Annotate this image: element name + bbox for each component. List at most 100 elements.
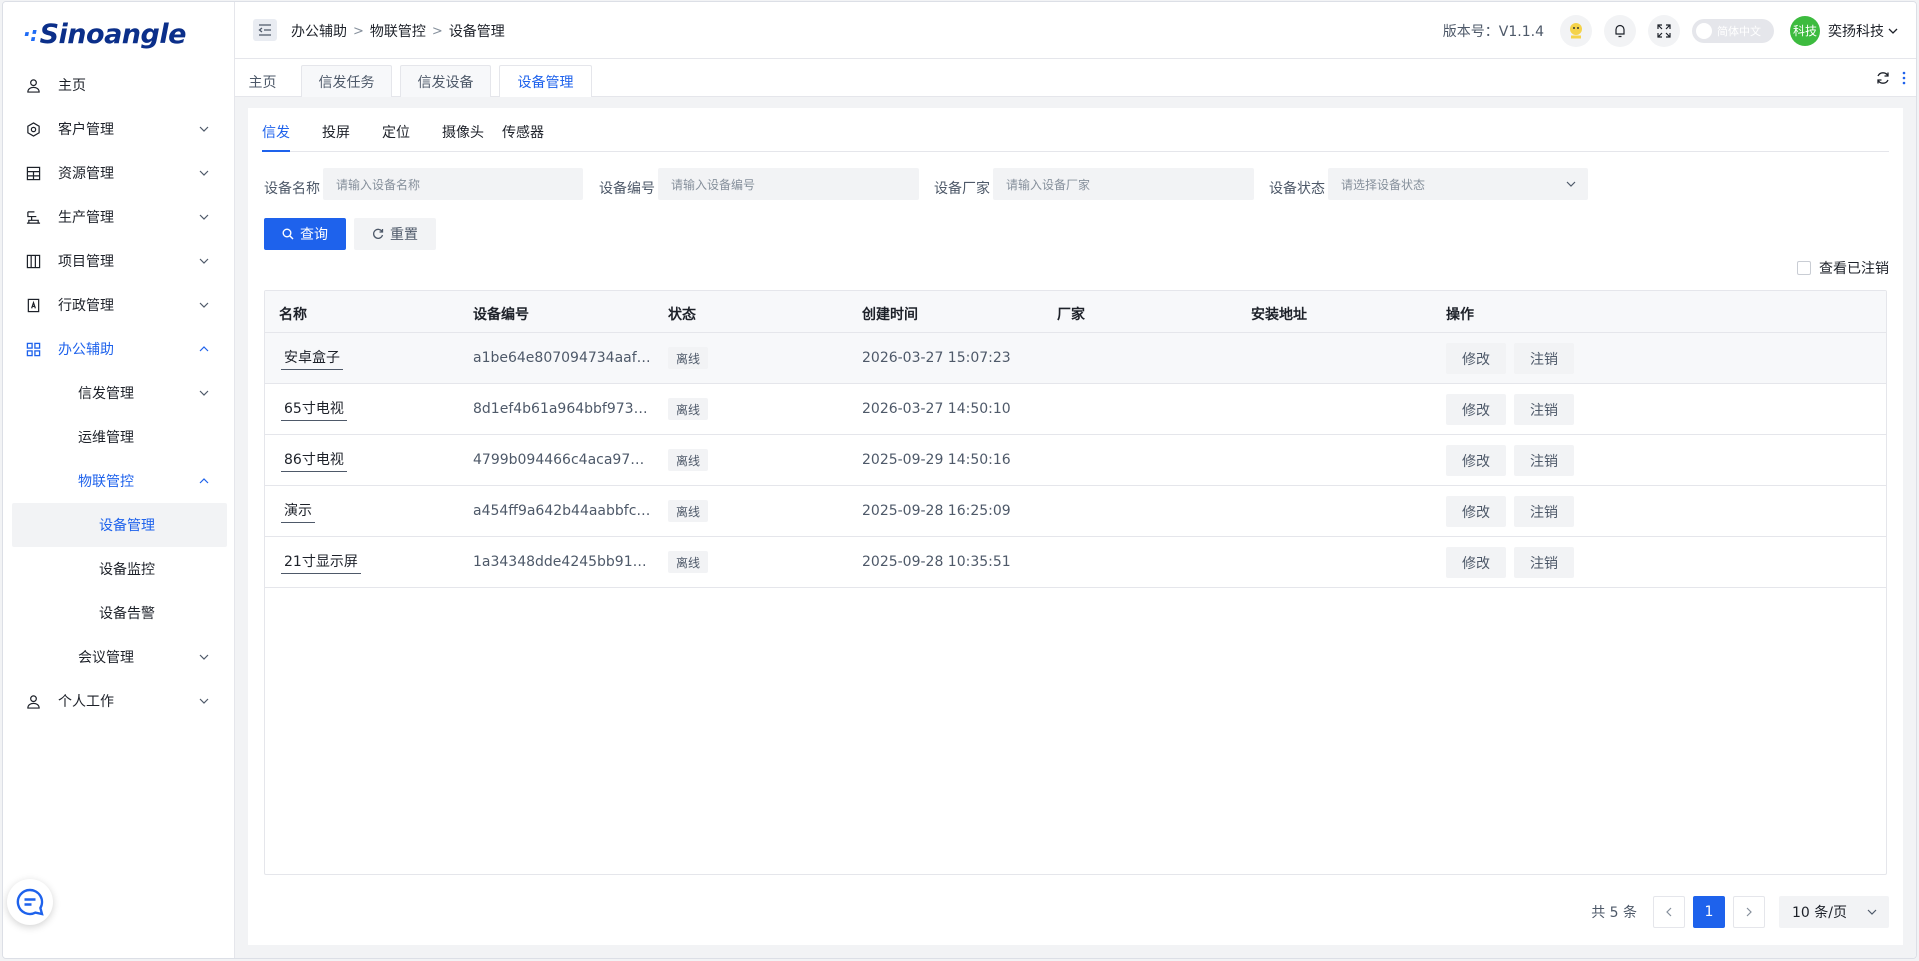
sidebar-item-device-monitor[interactable]: 设备监控 (3, 547, 235, 591)
tab-signage-device[interactable]: 信发设备 (400, 65, 491, 97)
device-name-link[interactable]: 演示 (281, 500, 315, 523)
brand-logo[interactable]: ·: Sinoangle (23, 14, 186, 54)
sidebar-item-iot[interactable]: 物联管控 (3, 459, 235, 503)
device-name-link[interactable]: 86寸电视 (281, 449, 347, 472)
device-status-select[interactable]: 请选择设备状态 (1328, 168, 1588, 200)
fullscreen-icon (1657, 23, 1671, 38)
edit-button[interactable]: 修改 (1446, 496, 1506, 527)
sidebar-item-label: 物联管控 (78, 474, 134, 490)
chevron-down-icon (199, 654, 209, 660)
user-icon (25, 693, 41, 709)
page-number-button[interactable]: 1 (1693, 896, 1725, 928)
avatar[interactable]: 科技 (1790, 15, 1820, 46)
status-badge: 离线 (668, 500, 709, 522)
sidebar-item-project[interactable]: 项目管理 (3, 239, 235, 283)
breadcrumb: 办公辅助 > 物联管控 > 设备管理 (291, 21, 505, 41)
settings-icon (25, 121, 41, 137)
device-name-link[interactable]: 65寸电视 (281, 398, 347, 421)
table-row[interactable]: 安卓盒子 a1be64e807094734aaf8e010… 离线 2026-0… (265, 333, 1886, 384)
sidebar-item-label: 设备告警 (99, 606, 155, 622)
mascot-icon (1570, 22, 1582, 38)
columns-icon (25, 253, 41, 269)
sidebar-item-ops[interactable]: 运维管理 (3, 415, 235, 459)
sidebar-item-label: 办公辅助 (58, 342, 114, 358)
table-row[interactable]: 65寸电视 8d1ef4b61a964bbf973987826… 离线 2026… (265, 384, 1886, 435)
breadcrumb-item[interactable]: 办公辅助 (291, 21, 347, 41)
sidebar-item-device-alarm[interactable]: 设备告警 (3, 591, 235, 635)
table-row[interactable]: 演示 a454ff9a642b44aabbfc3fdda… 离线 2025-09… (265, 486, 1886, 537)
table-row[interactable]: 21寸显示屏 1a34348dde4245bb91b8bd7… 离线 2025-… (265, 537, 1886, 588)
table-row[interactable]: 86寸电视 4799b094466c4aca9711f7de… 离线 2025-… (265, 435, 1886, 486)
sidebar-item-customer[interactable]: 客户管理 (3, 107, 235, 151)
breadcrumb-item[interactable]: 物联管控 (370, 21, 426, 41)
edit-button[interactable]: 修改 (1446, 445, 1506, 476)
user-name[interactable]: 奕扬科技 (1828, 21, 1884, 41)
device-name-link[interactable]: 21寸显示屏 (281, 551, 361, 574)
page-size-select[interactable]: 10 条/页 (1779, 896, 1889, 928)
tab-device-mgmt[interactable]: 设备管理 (499, 65, 592, 98)
menu-toggle-button[interactable] (253, 19, 277, 41)
chat-button[interactable] (7, 879, 53, 925)
status-badge: 离线 (668, 551, 709, 573)
device-vendor-input[interactable]: 请输入设备厂家 (993, 168, 1254, 200)
chevron-down-icon[interactable] (1888, 26, 1898, 36)
chevron-left-icon (1666, 907, 1672, 917)
device-name-link[interactable]: 安卓盒子 (281, 347, 343, 370)
fullscreen-button[interactable] (1648, 14, 1680, 47)
prev-page-button[interactable] (1653, 896, 1685, 928)
document-icon (25, 297, 41, 313)
edit-button[interactable]: 修改 (1446, 547, 1506, 578)
mascot-button[interactable] (1560, 14, 1592, 47)
logo-text: Sinoangle (39, 18, 187, 50)
more-vertical-icon[interactable] (1902, 71, 1906, 85)
sidebar-item-label: 信发管理 (78, 386, 134, 402)
sidebar-item-production[interactable]: 生产管理 (3, 195, 235, 239)
logo-dots-icon: ·: (23, 22, 38, 46)
bell-icon (1615, 24, 1625, 38)
edit-button[interactable]: 修改 (1446, 343, 1506, 374)
subtab-sensor[interactable]: 传感器 (502, 122, 544, 142)
tab-signage-task[interactable]: 信发任务 (301, 65, 392, 97)
user-icon (25, 77, 41, 93)
cancel-button[interactable]: 注销 (1514, 445, 1574, 476)
subtab-location[interactable]: 定位 (382, 122, 410, 142)
cancel-button[interactable]: 注销 (1514, 496, 1574, 527)
col-vendor: 厂家 (1057, 307, 1085, 323)
cancel-button[interactable]: 注销 (1514, 343, 1574, 374)
chevron-up-icon (199, 478, 209, 484)
subtab-camera[interactable]: 摄像头 (442, 122, 484, 142)
sidebar-item-signage[interactable]: 信发管理 (3, 371, 235, 415)
edit-button[interactable]: 修改 (1446, 394, 1506, 425)
next-page-button[interactable] (1733, 896, 1765, 928)
reset-button[interactable]: 重置 (354, 218, 436, 250)
chat-icon (16, 888, 44, 916)
sidebar-item-label: 设备管理 (99, 518, 155, 534)
header-tools: 版本号：V1.1.4 简体中文 科技 奕扬科技 (1443, 2, 1916, 59)
language-toggle[interactable]: 简体中文 (1692, 18, 1774, 43)
refresh-icon[interactable] (1876, 71, 1890, 85)
grid-icon (25, 165, 41, 181)
cancel-button[interactable]: 注销 (1514, 547, 1574, 578)
sidebar-item-label: 生产管理 (58, 210, 114, 226)
show-cancelled-checkbox[interactable]: 查看已注销 (1797, 258, 1889, 278)
search-button[interactable]: 查询 (264, 218, 346, 250)
device-name-input[interactable]: 请输入设备名称 (323, 168, 583, 200)
chevron-right-icon: > (353, 23, 364, 39)
sidebar-item-personal[interactable]: 个人工作 (3, 679, 235, 723)
checkbox-box[interactable] (1797, 261, 1811, 275)
cancel-button[interactable]: 注销 (1514, 394, 1574, 425)
sidebar-item-meeting[interactable]: 会议管理 (3, 635, 235, 679)
chevron-down-icon (199, 214, 209, 220)
sidebar-item-office[interactable]: 办公辅助 (3, 327, 235, 371)
sidebar-item-device-mgmt[interactable]: 设备管理 (12, 503, 227, 547)
notification-button[interactable] (1604, 14, 1636, 47)
sidebar-item-resource[interactable]: 资源管理 (3, 151, 235, 195)
sidebar-item-admin[interactable]: 行政管理 (3, 283, 235, 327)
subtab-cast[interactable]: 投屏 (322, 122, 350, 142)
pagination: 共 5 条 1 10 条/页 (1591, 896, 1889, 928)
subtab-signage[interactable]: 信发 (262, 122, 290, 152)
tab-home[interactable]: 主页 (240, 65, 285, 97)
sidebar-item-home[interactable]: 主页 (3, 63, 235, 107)
device-code-input[interactable]: 请输入设备编号 (658, 168, 919, 200)
chevron-right-icon: > (431, 23, 443, 39)
